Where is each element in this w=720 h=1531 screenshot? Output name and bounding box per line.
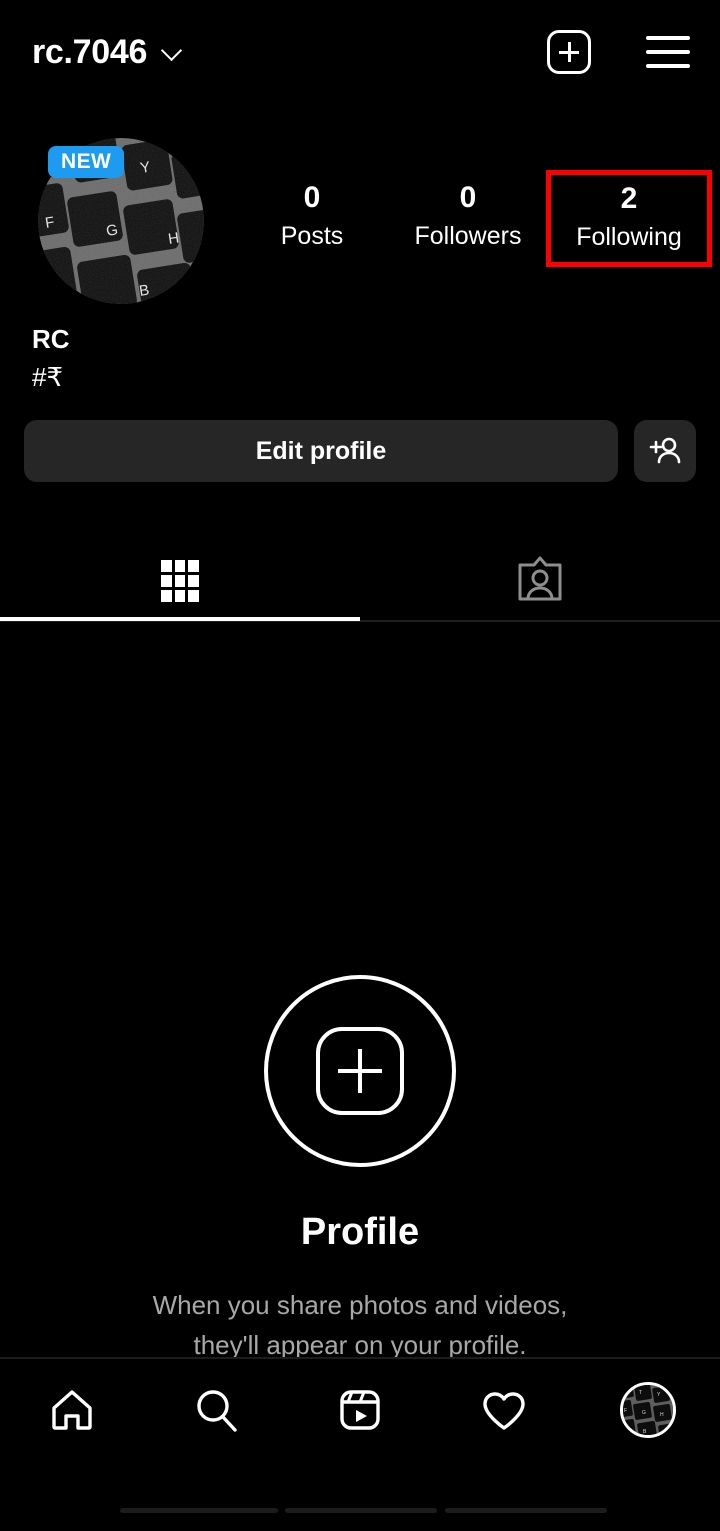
- add-person-button[interactable]: [634, 420, 696, 482]
- nav-reels[interactable]: [288, 1384, 432, 1436]
- svg-text:G: G: [642, 1410, 646, 1416]
- stat-posts[interactable]: 0 Posts: [234, 182, 390, 251]
- tab-grid[interactable]: [0, 540, 360, 622]
- system-navigation-bar: [0, 1460, 720, 1531]
- posts-count: 0: [303, 181, 321, 214]
- svg-text:F: F: [624, 1408, 627, 1414]
- sysnav-segment[interactable]: [445, 1508, 607, 1513]
- nav-home[interactable]: [0, 1384, 144, 1436]
- followers-count: 0: [459, 181, 477, 214]
- keyboard-photo-small: TY FGH B: [623, 1384, 673, 1435]
- profile-actions: Edit profile: [24, 420, 696, 482]
- svg-text:H: H: [660, 1412, 664, 1418]
- plus-rounded-square-icon: [316, 1027, 404, 1115]
- tab-tagged[interactable]: [360, 540, 720, 622]
- new-badge: NEW: [48, 146, 125, 178]
- username-label: rc.7046: [32, 32, 148, 71]
- sysnav-segment[interactable]: [120, 1508, 278, 1513]
- grid-icon: [161, 560, 199, 602]
- chevron-down-icon[interactable]: [161, 41, 183, 63]
- following-count: 2: [620, 182, 638, 215]
- instagram-profile-screen: rc.7046 NEW RC #₹ 0 Posts 0 Followers 2 …: [0, 0, 720, 1531]
- search-icon: [197, 1389, 237, 1432]
- bio-text: #₹: [32, 362, 64, 392]
- heart-icon: [483, 1391, 525, 1430]
- plus-square-icon[interactable]: [547, 30, 591, 74]
- empty-state: Profile When you share photos and videos…: [0, 975, 720, 1365]
- person-card-icon: [518, 556, 562, 601]
- profile-tabs: [0, 540, 720, 622]
- app-header: rc.7046: [0, 0, 720, 104]
- bottom-navigation: TY FGH B: [0, 1357, 720, 1460]
- reels-icon: [340, 1389, 380, 1430]
- stat-following[interactable]: 2 Following: [546, 170, 712, 267]
- profile-avatar-icon: TY FGH B: [620, 1381, 676, 1438]
- home-icon: [52, 1389, 92, 1430]
- header-actions: [547, 30, 690, 74]
- following-label: Following: [576, 222, 682, 251]
- svg-text:T: T: [639, 1390, 642, 1396]
- empty-state-subtitle: When you share photos and videos, they'l…: [152, 1290, 568, 1360]
- burger-line: [646, 36, 690, 40]
- empty-state-title: Profile: [300, 1211, 420, 1253]
- profile-stats: 0 Posts 0 Followers 2 Following: [234, 170, 712, 267]
- plus-in-circle-icon[interactable]: [264, 975, 456, 1167]
- edit-profile-button[interactable]: Edit profile: [24, 420, 618, 482]
- hamburger-menu-icon[interactable]: [646, 36, 690, 68]
- account-switcher[interactable]: rc.7046: [32, 33, 183, 72]
- burger-line: [646, 64, 690, 68]
- add-person-icon: [649, 437, 681, 464]
- followers-label: Followers: [414, 221, 522, 250]
- nav-activity[interactable]: [432, 1384, 576, 1436]
- nav-profile[interactable]: TY FGH B: [576, 1381, 720, 1438]
- stat-followers[interactable]: 0 Followers: [390, 182, 546, 251]
- sysnav-segment[interactable]: [285, 1508, 437, 1513]
- nav-search[interactable]: [144, 1384, 288, 1436]
- burger-line: [646, 50, 690, 54]
- active-tab-underline: [0, 617, 360, 621]
- display-name: RC: [32, 324, 70, 354]
- posts-label: Posts: [280, 221, 344, 250]
